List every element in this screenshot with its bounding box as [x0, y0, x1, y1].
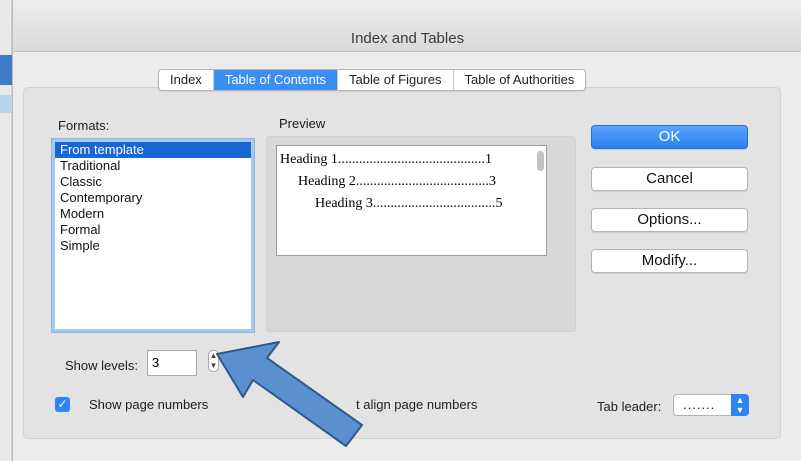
annotation-arrow-icon: [216, 341, 363, 447]
annotation-arrow-layer: [216, 341, 363, 447]
